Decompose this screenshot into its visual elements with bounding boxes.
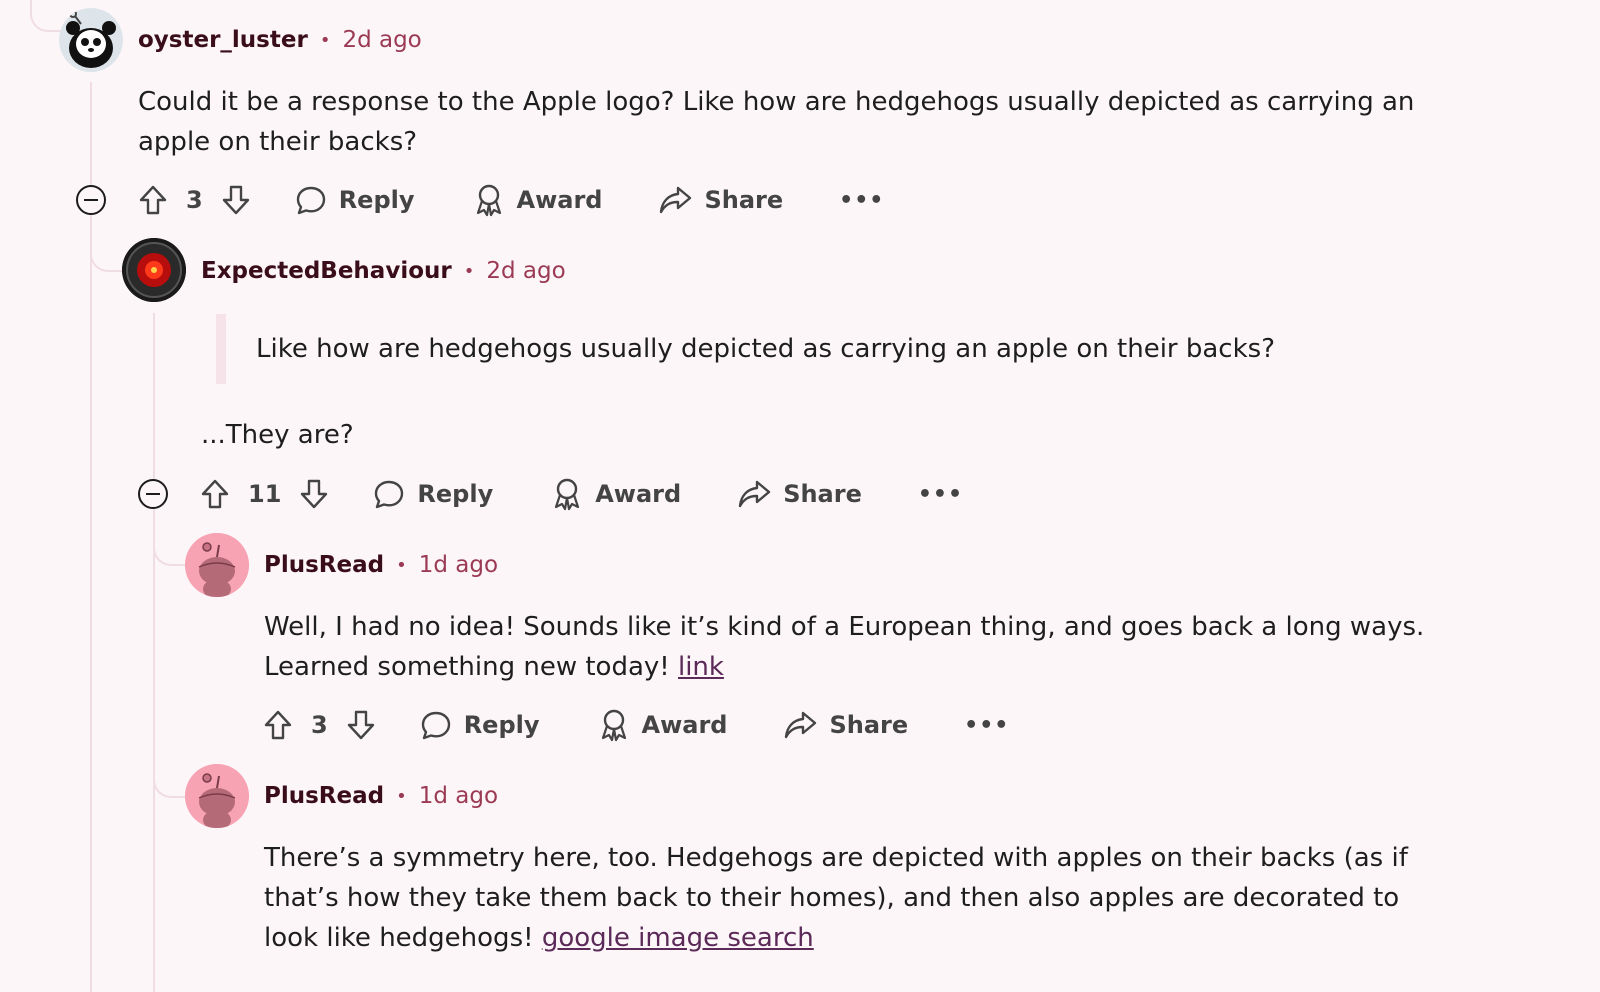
timestamp[interactable]: 1d ago [419, 552, 498, 578]
author-name[interactable]: PlusRead [264, 783, 384, 809]
blockquote: Like how are hedgehogs usually depicted … [216, 314, 1275, 384]
share-button[interactable]: Share [658, 185, 783, 215]
collapse-icon[interactable] [76, 185, 106, 215]
reply-button[interactable]: Reply [420, 709, 540, 741]
separator-dot: • [463, 260, 475, 282]
downvote-button[interactable] [221, 184, 251, 216]
inline-link[interactable]: link [678, 652, 724, 682]
reply-bubble-icon [375, 480, 404, 509]
comment-text: Well, I had no idea! Sounds like it’s ki… [264, 612, 1425, 682]
action-bar: 3 Reply Award Share ••• [138, 180, 884, 220]
comment-text: There’s a symmetry here, too. Hedgehogs … [264, 843, 1408, 953]
award-label: Award [641, 711, 728, 739]
comment-body: Could it be a response to the Apple logo… [138, 87, 1415, 157]
upvote-icon [201, 479, 229, 509]
avatar-snoo-icon [185, 764, 249, 828]
award-label: Award [516, 186, 603, 214]
share-icon [738, 480, 771, 508]
separator-dot: • [396, 785, 407, 807]
author-name[interactable]: PlusRead [264, 552, 384, 578]
share-label: Share [704, 186, 784, 214]
award-label: Award [595, 480, 682, 508]
reply-button[interactable]: Reply [373, 478, 493, 510]
timestamp[interactable]: 2d ago [342, 27, 421, 53]
comment-body: ...They are? [201, 420, 354, 450]
share-button[interactable]: Share [783, 710, 908, 740]
award-icon [601, 709, 626, 742]
upvote-icon [264, 710, 292, 740]
thread-line-level-2[interactable] [153, 313, 155, 992]
reply-bubble-icon [296, 186, 325, 215]
comment-meta: ExpectedBehaviour • 2d ago [201, 256, 566, 286]
comment-body: There’s a symmetry here, too. Hedgehogs … [264, 838, 1454, 958]
upvote-button[interactable] [263, 709, 293, 741]
action-bar: 3 Reply Award Share ••• [263, 705, 1009, 745]
thread-connector [153, 520, 187, 566]
award-button[interactable]: Award [473, 183, 603, 217]
share-icon [785, 711, 817, 739]
reply-label: Reply [463, 711, 540, 739]
avatar-panda-icon [59, 8, 123, 72]
collapse-icon[interactable] [138, 479, 168, 509]
vote-score: 11 [248, 480, 282, 508]
share-icon [660, 186, 692, 214]
downvote-icon [222, 185, 249, 215]
award-button[interactable]: Award [598, 708, 728, 742]
author-name[interactable]: oyster_luster [138, 27, 308, 53]
downvote-button[interactable] [299, 478, 329, 510]
avatar[interactable] [185, 533, 249, 597]
award-icon [476, 184, 501, 217]
comment-meta: PlusRead • 1d ago [264, 550, 498, 580]
separator-dot: • [396, 554, 407, 576]
share-label: Share [829, 711, 909, 739]
avatar-snoo-icon [185, 533, 249, 597]
avatar[interactable] [59, 8, 123, 72]
upvote-button[interactable] [200, 478, 230, 510]
thread-line-level-1[interactable] [90, 82, 92, 992]
reply-label: Reply [338, 186, 415, 214]
overflow-icon[interactable]: ••• [918, 482, 963, 507]
inline-link[interactable]: google image search [542, 923, 814, 953]
comment-meta: oyster_luster • 2d ago [138, 25, 422, 55]
upvote-icon [139, 185, 167, 215]
upvote-button[interactable] [138, 184, 168, 216]
downvote-icon [347, 710, 374, 740]
avatar-red-eye-icon [122, 238, 186, 302]
overflow-icon[interactable]: ••• [839, 188, 884, 213]
comment-meta: PlusRead • 1d ago [264, 781, 498, 811]
action-bar: 11 Reply Award Share ••• [200, 474, 963, 514]
vote-score: 3 [311, 711, 328, 739]
award-button[interactable]: Award [551, 477, 681, 511]
reply-label: Reply [417, 480, 494, 508]
share-label: Share [783, 480, 862, 508]
overflow-icon[interactable]: ••• [964, 713, 1009, 738]
timestamp[interactable]: 2d ago [486, 258, 565, 284]
downvote-button[interactable] [346, 709, 376, 741]
author-name[interactable]: ExpectedBehaviour [201, 258, 452, 284]
reply-button[interactable]: Reply [295, 184, 415, 216]
reply-bubble-icon [421, 711, 450, 740]
avatar[interactable] [185, 764, 249, 828]
comment-body: Well, I had no idea! Sounds like it’s ki… [264, 607, 1464, 687]
avatar[interactable] [122, 238, 186, 302]
share-button[interactable]: Share [737, 479, 862, 509]
thread-connector [90, 226, 124, 272]
award-icon [555, 478, 580, 511]
thread-connector [30, 0, 62, 32]
separator-dot: • [319, 29, 331, 51]
downvote-icon [301, 479, 328, 509]
timestamp[interactable]: 1d ago [419, 783, 498, 809]
vote-score: 3 [186, 186, 203, 214]
thread-connector [153, 750, 187, 798]
